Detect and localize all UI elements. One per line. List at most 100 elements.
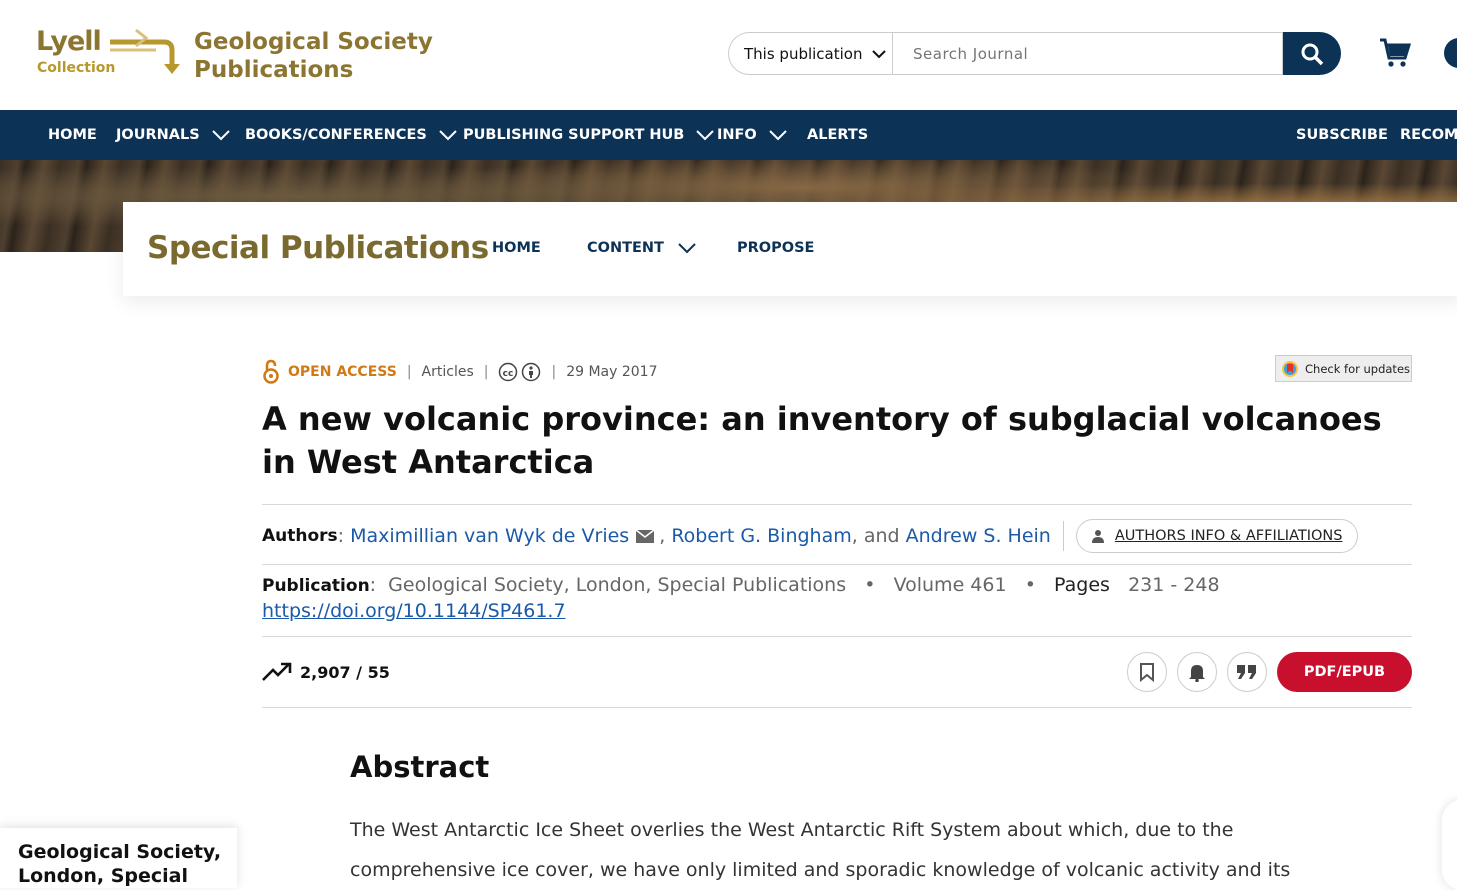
gsp-logo-line1: Geological Society [194,29,433,55]
gsp-logo[interactable]: Geological Society Publications [194,28,433,84]
email-icon[interactable] [635,528,655,544]
search-scope-select[interactable]: This publication [728,32,893,75]
article-title: A new volcanic province: an inventory of… [262,400,1382,481]
divider [262,636,1412,637]
lyell-collection-logo[interactable]: Lyell Collection [36,24,186,80]
user-account-icon[interactable] [1444,38,1457,68]
colon: : [337,525,351,547]
bullet: • [852,574,888,596]
quote-icon [1237,665,1256,679]
alert-button[interactable] [1177,652,1217,692]
article-type: Articles [421,364,474,380]
site-header: Lyell Collection Geological Society Publ… [0,0,1457,110]
authors-info-affiliations-button[interactable]: AUTHORS INFO & AFFILIATIONS [1075,519,1359,553]
authors-info-label: AUTHORS INFO & AFFILIATIONS [1114,528,1343,544]
nav-recommend[interactable]: RECOMM [1400,110,1457,160]
colon: : [369,574,383,596]
publication-label: Publication [262,576,370,596]
nav-subscribe-label: SUBSCRIBE [1296,127,1388,143]
person-icon [1091,530,1104,543]
nav-info-label: INFO [717,127,757,143]
search-button[interactable] [1283,32,1341,75]
cite-button[interactable] [1227,652,1267,692]
journal-side-card[interactable]: Geological Society, London, Special [0,828,237,888]
nav-info[interactable]: INFO [717,110,787,160]
journal-title[interactable]: Special Publications [147,230,489,266]
divider [1062,521,1064,551]
cart-icon[interactable] [1378,36,1412,70]
check-for-updates-button[interactable]: Check for updates [1275,355,1412,382]
nav-books-label: BOOKS/CONFERENCES [245,127,427,143]
bookmark-icon [1140,663,1154,682]
journal-nav-home-label: HOME [492,240,541,256]
article-metrics[interactable]: 2,907 / 55 [262,658,390,686]
nav-recommend-label: RECOMM [1400,127,1457,143]
separator: | [406,364,412,380]
check-for-updates-label: Check for updates [1305,361,1411,376]
journal-nav-home[interactable]: HOME [492,240,541,256]
search-scope-label: This publication [744,44,863,63]
journal-nav-content[interactable]: CONTENT [587,240,696,256]
pages-range: 231 - 248 [1128,574,1220,596]
nav-subscribe[interactable]: SUBSCRIBE [1296,110,1388,160]
author-link[interactable]: Maximillian van Wyk de Vries [350,525,629,547]
author-link[interactable]: Andrew S. Hein [906,525,1051,547]
trending-up-icon [262,662,292,681]
nav-alerts-label: ALERTS [807,127,869,143]
logo-lyell-text: Lyell [36,26,102,57]
open-access-icon [263,359,279,384]
separator: | [483,364,489,380]
open-access-label: OPEN ACCESS [288,364,397,380]
divider [262,707,1412,708]
abstract-heading: Abstract [350,750,490,784]
authors-row: Authors: Maximillian van Wyk de Vries , … [262,519,1359,553]
nav-books-conferences[interactable]: BOOKS/CONFERENCES [245,110,457,160]
chevron-down-icon [211,129,230,140]
nav-home-label: HOME [48,127,97,143]
journal-nav-propose-label: PROPOSE [737,240,815,256]
search-icon [1301,43,1324,65]
chevron-down-icon [439,129,457,140]
side-card-title: Geological Society, London, Special [18,841,222,887]
nav-alerts[interactable]: ALERTS [807,110,868,160]
pdf-epub-button[interactable]: PDF/EPUB [1277,652,1412,692]
attribution-icon [522,362,541,382]
journal-nav-content-label: CONTENT [587,240,664,256]
bell-icon [1189,665,1205,682]
divider [262,504,1412,505]
nav-journals[interactable]: JOURNALS [116,110,230,160]
crossmark-icon [1282,360,1298,377]
svg-text:cc: cc [503,369,514,379]
chevron-down-icon [696,129,715,140]
volume[interactable]: Volume 461 [894,574,1007,596]
author-link[interactable]: Robert G. Bingham [671,525,851,547]
chevron-down-icon [872,49,887,58]
comma: , [659,525,672,547]
publication-row: Publication: Geological Society, London,… [262,574,1220,596]
comma: , [851,525,864,547]
nav-hub-label: PUBLISHING SUPPORT HUB [463,127,685,143]
bullet: • [1012,574,1048,596]
nav-journals-label: JOURNALS [116,127,200,143]
metrics-value: 2,907 / 55 [300,662,390,682]
and-text: and [863,525,900,547]
gsp-logo-line2: Publications [194,57,354,83]
chevron-down-icon [769,129,787,140]
license-icons[interactable]: cc [498,362,541,382]
bookmark-button[interactable] [1127,652,1167,692]
abstract-text: The West Antarctic Ice Sheet overlies th… [350,819,1291,881]
nav-home[interactable]: HOME [48,110,97,160]
separator: | [551,364,557,380]
search-bar: This publication [728,32,1341,75]
chevron-down-icon [678,242,696,253]
authors-label: Authors [262,526,338,546]
journal-header-card: Special Publications HOME CONTENT PROPOS… [123,202,1457,296]
publication-name[interactable]: Geological Society, London, Special Publ… [388,574,846,596]
pages-label: Pages [1054,574,1110,596]
journal-nav-propose[interactable]: PROPOSE [737,240,814,256]
article-meta-row: OPEN ACCESS | Articles | cc | 29 May 201… [262,358,657,386]
nav-publishing-support-hub[interactable]: PUBLISHING SUPPORT HUB [463,110,715,160]
main-navigation: HOME JOURNALS BOOKS/CONFERENCES PUBLISHI… [0,110,1457,160]
search-input[interactable] [893,32,1283,75]
doi-link[interactable]: https://doi.org/10.1144/SP461.7 [262,600,566,622]
